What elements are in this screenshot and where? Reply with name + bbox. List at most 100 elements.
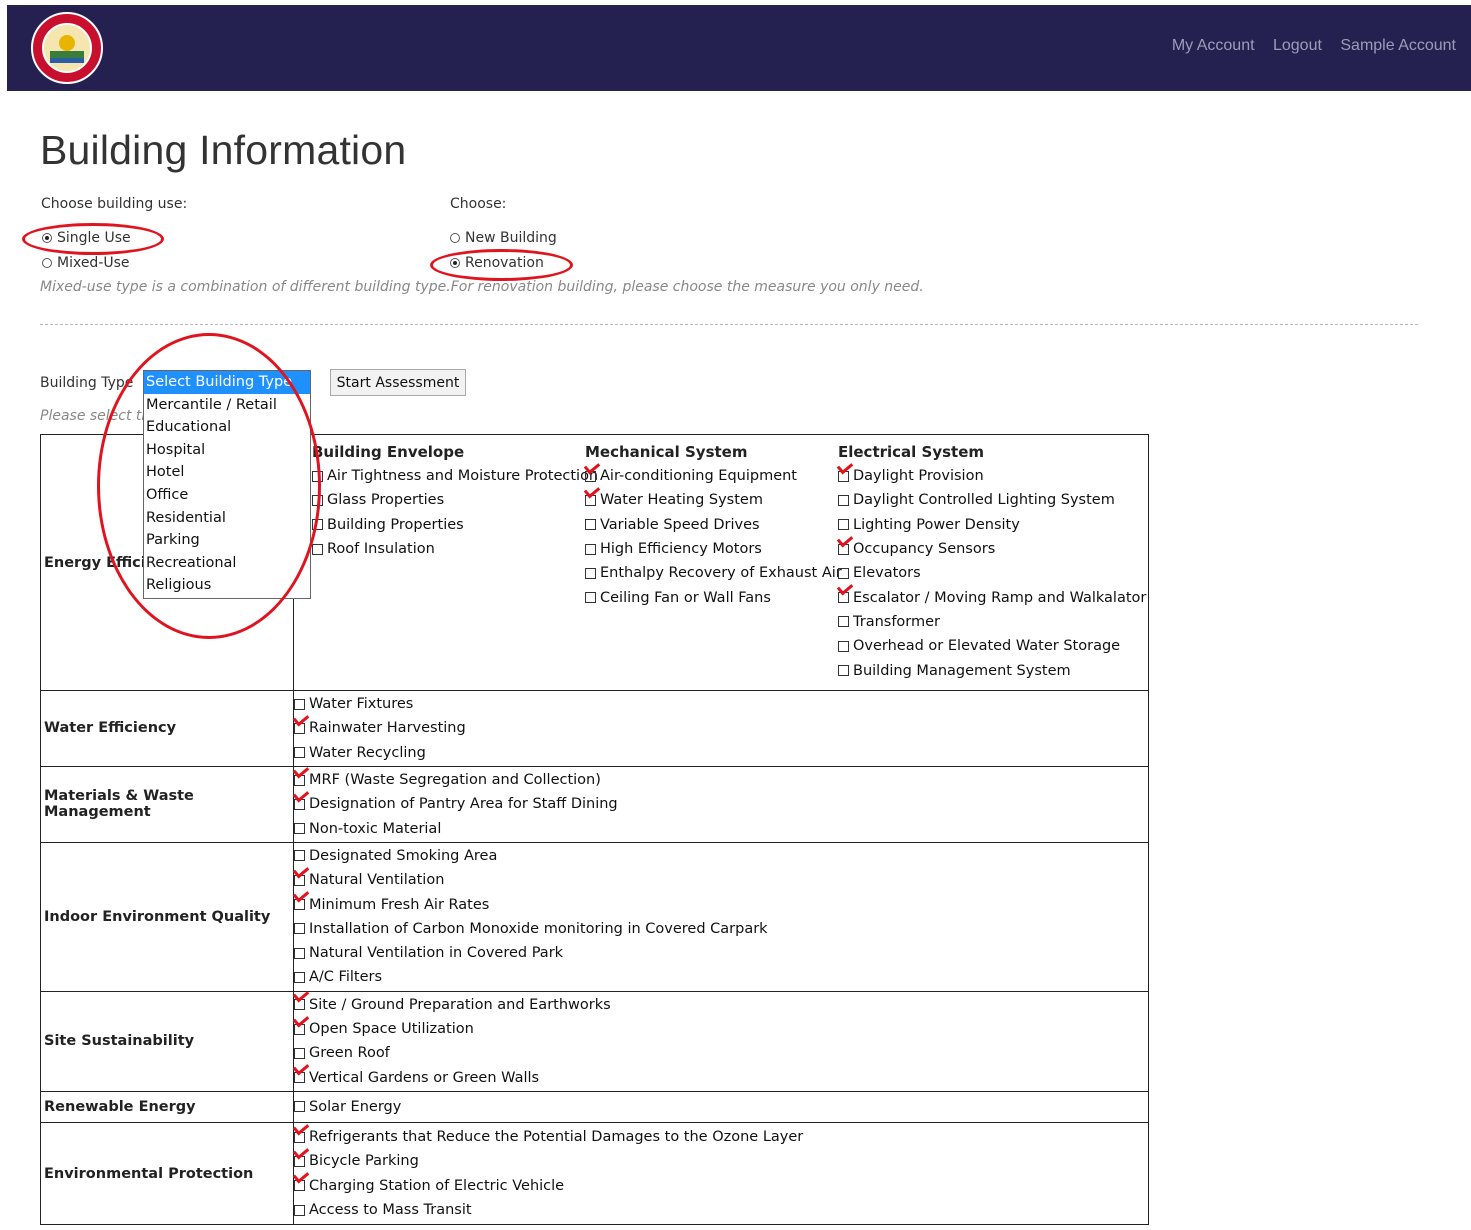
nav-sample-account-link[interactable]: Sample Account <box>1340 37 1456 54</box>
measure-item[interactable]: High Efficiency Motors <box>585 537 838 561</box>
measure-item[interactable]: Variable Speed Drives <box>585 513 838 537</box>
checkbox-checked-icon[interactable] <box>294 722 305 734</box>
checkbox-icon[interactable] <box>294 698 305 710</box>
dropdown-option[interactable]: Religious <box>144 574 310 597</box>
measure-item[interactable]: Bicycle Parking <box>294 1149 1148 1173</box>
measure-item[interactable]: Charging Station of Electric Vehicle <box>294 1174 1148 1198</box>
checkbox-icon[interactable] <box>838 616 849 628</box>
measure-item[interactable]: Daylight Provision <box>838 464 1146 488</box>
checkbox-icon[interactable] <box>838 519 849 531</box>
measure-item[interactable]: Solar Energy <box>294 1095 1148 1119</box>
checkbox-checked-icon[interactable] <box>294 874 305 886</box>
measure-item[interactable]: Refrigerants that Reduce the Potential D… <box>294 1125 1148 1149</box>
measure-item[interactable]: Air Tightness and Moisture Protection <box>312 464 598 488</box>
measure-item[interactable]: Ceiling Fan or Wall Fans <box>585 585 838 609</box>
dropdown-option[interactable]: Residential <box>144 507 310 530</box>
checkbox-icon[interactable] <box>294 823 305 835</box>
checkbox-icon[interactable] <box>294 747 305 759</box>
measure-item[interactable]: MRF (Waste Segregation and Collection) <box>294 768 1148 792</box>
measure-item[interactable]: Rainwater Harvesting <box>294 716 1148 740</box>
radio-unchecked-icon[interactable] <box>42 258 52 268</box>
measure-item[interactable]: Natural Ventilation in Covered Park <box>294 941 1148 965</box>
renovation-radio[interactable]: Renovation <box>450 255 544 271</box>
checkbox-icon[interactable] <box>838 665 849 677</box>
measure-item[interactable]: Installation of Carbon Monoxide monitori… <box>294 917 1148 941</box>
checkbox-checked-icon[interactable] <box>294 1072 305 1084</box>
nav-logout-link[interactable]: Logout <box>1273 37 1322 54</box>
checkbox-icon[interactable] <box>585 519 596 531</box>
checkbox-checked-icon[interactable] <box>838 592 849 604</box>
measure-item[interactable]: Escalator / Moving Ramp and Walkalator <box>838 585 1146 609</box>
measure-item[interactable]: A/C Filters <box>294 965 1148 989</box>
checkbox-icon[interactable] <box>585 567 596 579</box>
measure-item[interactable]: Access to Mass Transit <box>294 1198 1148 1222</box>
measure-item[interactable]: Air-conditioning Equipment <box>585 464 838 488</box>
start-assessment-button[interactable]: Start Assessment <box>330 369 466 396</box>
checkbox-icon[interactable] <box>294 947 305 959</box>
checkbox-icon[interactable] <box>312 543 323 555</box>
measure-item[interactable]: Building Management System <box>838 658 1146 682</box>
dropdown-option[interactable]: Parking <box>144 529 310 552</box>
measure-item[interactable]: Daylight Controlled Lighting System <box>838 488 1146 512</box>
measure-item[interactable]: Non-toxic Material <box>294 816 1148 840</box>
measure-item[interactable]: Green Roof <box>294 1041 1148 1065</box>
measure-item[interactable]: Minimum Fresh Air Rates <box>294 892 1148 916</box>
checkbox-icon[interactable] <box>585 543 596 555</box>
dropdown-option[interactable]: Mercantile / Retail <box>144 394 310 417</box>
measure-item[interactable]: Lighting Power Density <box>838 513 1146 537</box>
radio-checked-icon[interactable] <box>42 233 52 243</box>
checkbox-icon[interactable] <box>294 923 305 935</box>
checkbox-checked-icon[interactable] <box>294 899 305 911</box>
dropdown-option[interactable]: Educational <box>144 416 310 439</box>
checkbox-checked-icon[interactable] <box>294 1131 305 1143</box>
measure-item[interactable]: Overhead or Elevated Water Storage <box>838 634 1146 658</box>
measure-item[interactable]: Designation of Pantry Area for Staff Din… <box>294 792 1148 816</box>
measure-item[interactable]: Site / Ground Preparation and Earthworks <box>294 993 1148 1017</box>
dropdown-option[interactable]: Hotel <box>144 461 310 484</box>
dropdown-option[interactable]: Hospital <box>144 439 310 462</box>
measure-item[interactable]: Open Space Utilization <box>294 1017 1148 1041</box>
measure-item[interactable]: Occupancy Sensors <box>838 537 1146 561</box>
checkbox-icon[interactable] <box>838 494 849 506</box>
radio-unchecked-icon[interactable] <box>450 233 460 243</box>
checkbox-icon[interactable] <box>312 519 323 531</box>
checkbox-icon[interactable] <box>312 494 323 506</box>
measure-item[interactable]: Vertical Gardens or Green Walls <box>294 1065 1148 1089</box>
measure-item[interactable]: Natural Ventilation <box>294 868 1148 892</box>
checkbox-icon[interactable] <box>838 567 849 579</box>
new-building-radio[interactable]: New Building <box>450 230 557 246</box>
checkbox-checked-icon[interactable] <box>294 1180 305 1192</box>
checkbox-icon[interactable] <box>294 1204 305 1216</box>
building-type-dropdown[interactable]: Select Building Type Mercantile / Retail… <box>143 370 311 599</box>
checkbox-checked-icon[interactable] <box>838 543 849 555</box>
checkbox-checked-icon[interactable] <box>585 494 596 506</box>
dropdown-option[interactable]: Select Building Type <box>144 371 310 394</box>
dropdown-option[interactable]: Office <box>144 484 310 507</box>
checkbox-checked-icon[interactable] <box>294 1155 305 1167</box>
checkbox-checked-icon[interactable] <box>294 1023 305 1035</box>
checkbox-icon[interactable] <box>838 640 849 652</box>
measure-item[interactable]: Water Heating System <box>585 488 838 512</box>
measure-item[interactable]: Enthalpy Recovery of Exhaust Air <box>585 561 842 585</box>
checkbox-icon[interactable] <box>294 850 305 862</box>
checkbox-checked-icon[interactable] <box>294 798 305 810</box>
checkbox-icon[interactable] <box>294 971 305 983</box>
measure-item[interactable]: Water Recycling <box>294 741 1148 765</box>
checkbox-icon[interactable] <box>294 1047 305 1059</box>
checkbox-checked-icon[interactable] <box>294 999 305 1011</box>
measure-item[interactable]: Water Fixtures <box>294 692 1148 716</box>
measure-item[interactable]: Elevators <box>838 561 1146 585</box>
measure-item[interactable]: Glass Properties <box>312 488 585 512</box>
checkbox-checked-icon[interactable] <box>585 470 596 482</box>
measure-item[interactable]: Roof Insulation <box>312 537 585 561</box>
checkbox-icon[interactable] <box>312 470 323 482</box>
checkbox-icon[interactable] <box>585 592 596 604</box>
checkbox-icon[interactable] <box>294 1101 305 1113</box>
checkbox-checked-icon[interactable] <box>294 774 305 786</box>
single-use-radio[interactable]: Single Use <box>42 230 131 246</box>
mixed-use-radio[interactable]: Mixed-Use <box>42 255 130 271</box>
radio-checked-icon[interactable] <box>450 258 460 268</box>
city-seal-logo-icon[interactable] <box>30 11 104 85</box>
measure-item[interactable]: Designated Smoking Area <box>294 844 1148 868</box>
measure-item[interactable]: Transformer <box>838 610 1146 634</box>
